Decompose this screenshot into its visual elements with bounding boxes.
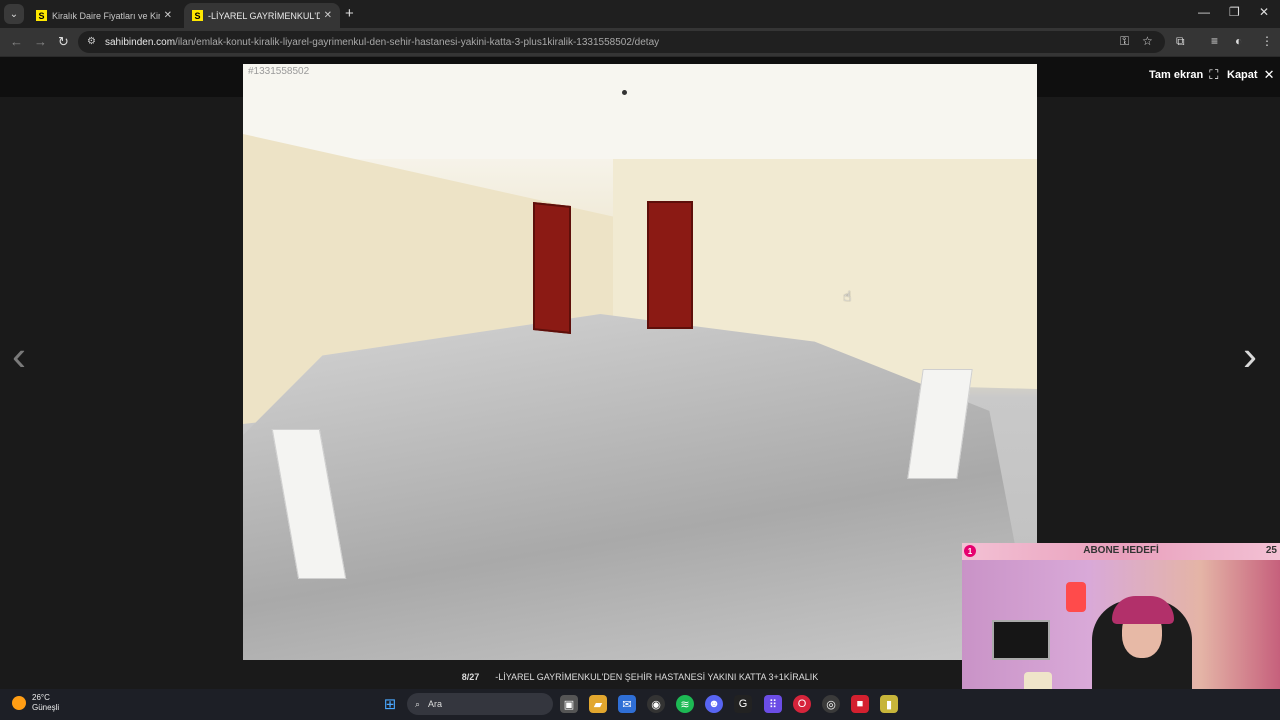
windows-start-icon[interactable]: ⊞ xyxy=(381,695,399,713)
sahibinden-favicon-icon: S xyxy=(192,10,203,21)
photo-ceiling xyxy=(243,64,1037,159)
profile-avatar-icon[interactable]: ◐ xyxy=(1235,34,1242,48)
taskbar: 26°C Güneşli ⊞ ⌕ Ara ▣ ▰ ✉ ◉ ≋ ☻ G ⠿ O ◎… xyxy=(0,689,1280,720)
address-bar[interactable]: ⚙ sahibinden.com/ilan/emlak-konut-kirali… xyxy=(78,31,1165,53)
screen: ⌄ S Kiralık Daire Fiyatları ve Kiralık E… xyxy=(0,0,1280,720)
task-view-icon[interactable]: ▣ xyxy=(560,695,578,713)
weather-condition: Güneşli xyxy=(32,703,60,712)
obs-icon[interactable]: ◉ xyxy=(647,695,665,713)
webcam-lamp xyxy=(1066,582,1086,612)
listing-photo[interactable]: #1331558502 ☝ xyxy=(243,64,1037,660)
browser-toolbar: ← → ↻ ⚙ sahibinden.com/ilan/emlak-konut-… xyxy=(0,28,1280,57)
mail-icon[interactable]: ✉ xyxy=(618,695,636,713)
webcam-monitor xyxy=(992,620,1050,660)
goal-title: ABONE HEDEFİ xyxy=(1083,545,1159,556)
close-viewer-button[interactable]: Kapat ✕ xyxy=(1227,67,1274,83)
password-key-icon[interactable]: ⚿ xyxy=(1120,34,1129,49)
discord-icon[interactable]: ☻ xyxy=(705,695,723,713)
close-tab-icon[interactable]: ✕ xyxy=(164,10,172,21)
close-icon: ✕ xyxy=(1263,67,1275,82)
close-viewer-label: Kapat xyxy=(1227,69,1258,81)
reload-icon[interactable]: ↻ xyxy=(58,34,69,50)
bookmark-star-icon[interactable]: ☆ xyxy=(1142,34,1153,48)
restore-icon[interactable]: ❐ xyxy=(1229,5,1240,19)
fullscreen-label: Tam ekran xyxy=(1149,69,1204,81)
close-tab-icon[interactable]: ✕ xyxy=(324,10,332,21)
media-control-icon[interactable]: ≡ xyxy=(1211,34,1218,48)
search-icon: ⌕ xyxy=(415,698,421,709)
tab-title: -LİYAREL GAYRİMENKUL'DEN Ş xyxy=(208,10,320,21)
temperature: 26°C xyxy=(32,693,50,702)
sahibinden-favicon-icon: S xyxy=(36,10,47,21)
listing-id: #1331558502 xyxy=(248,66,310,77)
listing-title: -LİYAREL GAYRİMENKUL'DEN ŞEHİR HASTANESİ… xyxy=(495,672,819,682)
opera-icon[interactable]: O xyxy=(793,695,811,713)
photo-door-open xyxy=(533,202,571,334)
photo-ceiling-fixture xyxy=(622,90,627,95)
taskbar-search[interactable]: ⌕ Ara xyxy=(407,693,553,715)
close-window-icon[interactable]: ✕ xyxy=(1259,5,1269,19)
fullscreen-button[interactable]: Tam ekran ⛶ xyxy=(1149,67,1218,83)
subscriber-goal-bar: 1 ABONE HEDEFİ 25 xyxy=(962,543,1280,560)
goal-target: 25 xyxy=(1265,545,1277,556)
sun-icon xyxy=(12,696,26,710)
tab-kiralik-daire[interactable]: S Kiralık Daire Fiyatları ve Kiralık E ✕ xyxy=(28,3,180,28)
minimize-icon[interactable]: — xyxy=(1198,5,1210,19)
app-grid-icon[interactable]: ⠿ xyxy=(764,695,782,713)
previous-photo-arrow-icon[interactable]: ‹ xyxy=(12,335,26,377)
yellow-app-icon[interactable]: ▮ xyxy=(880,695,898,713)
red-app-icon[interactable]: ■ xyxy=(851,695,869,713)
url-host: sahibinden.com xyxy=(105,36,176,48)
tab-title: Kiralık Daire Fiyatları ve Kiralık E xyxy=(52,10,160,21)
photo-door-closed xyxy=(647,201,693,329)
extensions-icon[interactable]: ⧉ xyxy=(1176,34,1185,49)
spotify-icon[interactable]: ≋ xyxy=(676,695,694,713)
hand-cursor-icon: ☝ xyxy=(843,288,852,304)
photo-counter: 8/27 xyxy=(461,672,480,682)
chrome-icon[interactable]: ◎ xyxy=(822,695,840,713)
tab-search-button[interactable]: ⌄ xyxy=(4,4,24,24)
g-app-icon[interactable]: G xyxy=(734,695,752,713)
tab-liyarel-listing[interactable]: S -LİYAREL GAYRİMENKUL'DEN Ş ✕ xyxy=(184,3,340,28)
streamer-headset xyxy=(1112,596,1174,624)
fullscreen-icon: ⛶ xyxy=(1209,67,1219,82)
search-label: Ara xyxy=(428,699,443,709)
menu-kebab-icon[interactable]: ⋮ xyxy=(1261,34,1273,48)
next-photo-arrow-icon[interactable]: › xyxy=(1243,335,1257,377)
url-path: /ilan/emlak-konut-kiralik-liyarel-gayrim… xyxy=(175,36,660,48)
site-info-icon[interactable]: ⚙ xyxy=(87,36,99,48)
tab-strip: ⌄ S Kiralık Daire Fiyatları ve Kiralık E… xyxy=(0,0,1280,28)
back-icon[interactable]: ← xyxy=(10,34,23,49)
forward-icon[interactable]: → xyxy=(34,34,47,49)
new-tab-button[interactable]: + xyxy=(345,5,354,22)
file-explorer-icon[interactable]: ▰ xyxy=(589,695,607,713)
weather-widget[interactable]: 26°C Güneşli xyxy=(12,693,59,713)
